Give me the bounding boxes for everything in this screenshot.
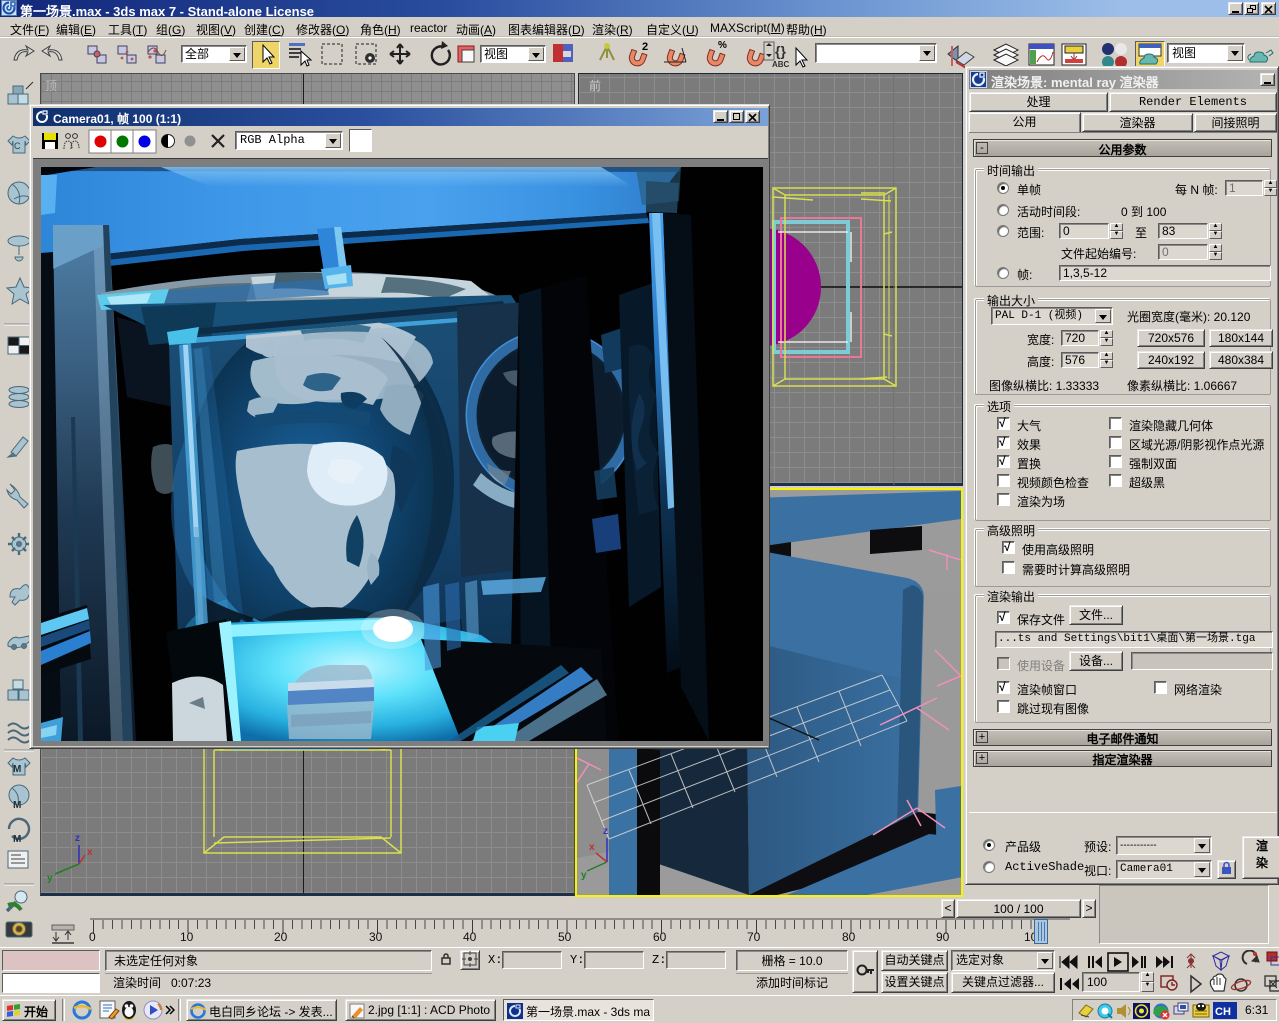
svg-text:C: C [14,141,21,151]
svg-text:z: z [75,833,80,844]
svg-text:x: x [589,842,595,853]
svg-text:x: x [87,847,93,858]
svg-text:y: y [581,870,587,881]
svg-text:ABC: ABC [772,60,790,69]
svg-text:2: 2 [642,41,648,53]
svg-text:{}: {} [775,43,786,59]
svg-text:M: M [13,834,21,845]
svg-text:M: M [13,800,21,811]
svg-text:y: y [47,873,53,884]
svg-text:CH: CH [1215,1006,1231,1018]
svg-text:z: z [603,826,608,837]
svg-text:M: M [13,764,21,775]
svg-text:%: % [718,40,727,51]
